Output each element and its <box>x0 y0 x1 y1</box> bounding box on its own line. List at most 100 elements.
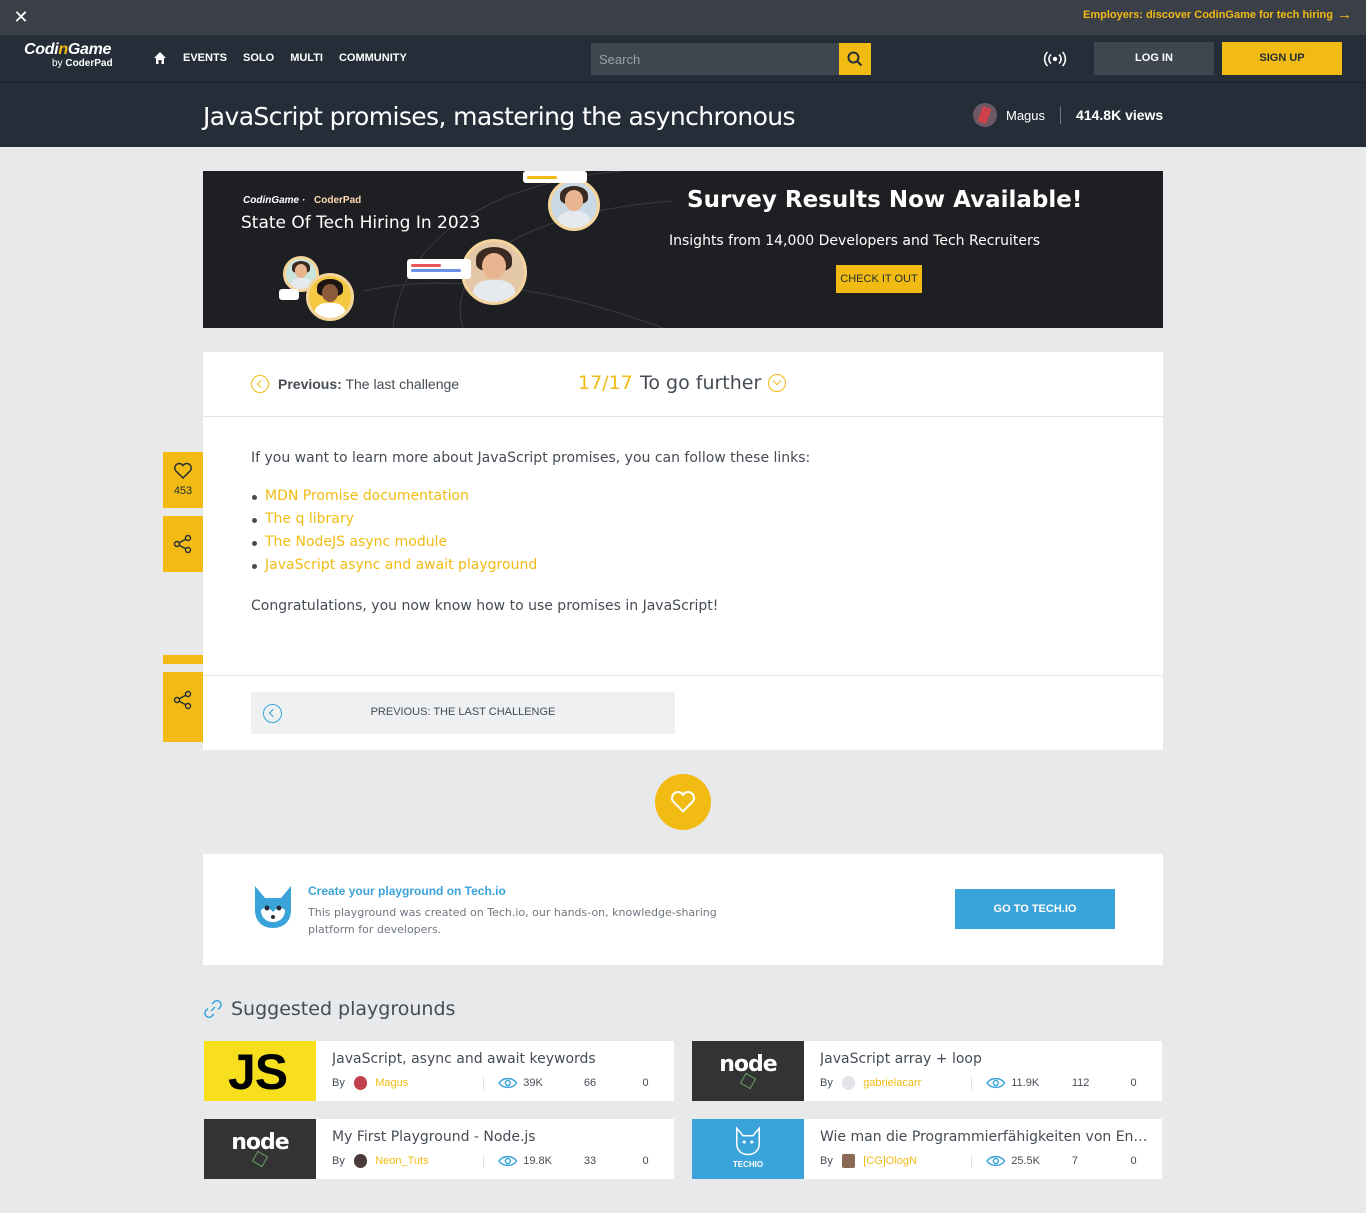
step-title-dropdown[interactable]: To go further <box>640 372 787 394</box>
eye-icon <box>497 1155 518 1167</box>
nav-links: EVENTS SOLO MULTI COMMUNITY <box>183 52 407 64</box>
node-thumbnail: node <box>204 1119 316 1179</box>
nav-solo[interactable]: SOLO <box>243 52 274 64</box>
nav-community[interactable]: COMMUNITY <box>339 52 407 64</box>
like-side-button[interactable]: 453 <box>163 452 203 508</box>
link-nodejs-async[interactable]: The NodeJS async module <box>265 534 447 550</box>
user-name[interactable]: Magus <box>375 1077 483 1089</box>
link-icon <box>204 999 222 1019</box>
logo-text-c: Game <box>67 41 112 58</box>
view-count: 414.8K views <box>1076 107 1164 123</box>
suggested-playground-card[interactable]: node My First Playground - Node.js By Ne… <box>204 1119 674 1179</box>
thumb-text: TECHIO <box>732 1160 764 1169</box>
user-name[interactable]: [CG]OlogN <box>863 1155 971 1167</box>
ad-insight: Insights from 14,000 Developers and Tech… <box>669 233 1041 249</box>
share-side-button-2[interactable] <box>163 672 203 742</box>
go-to-techio-button[interactable]: GO TO TECH.IO <box>955 889 1115 929</box>
author-name[interactable]: Magus <box>1006 108 1045 123</box>
arrow-right-icon: → <box>1337 6 1352 23</box>
lesson-card: Previous: The last challenge 17/17 To go… <box>203 352 1163 750</box>
user-name[interactable]: Neon_Tuts <box>375 1155 483 1167</box>
employers-link[interactable]: Employers: discover CodinGame for tech h… <box>1083 6 1352 23</box>
like-count: 66 <box>583 1077 597 1089</box>
link-q-library[interactable]: The q library <box>265 511 354 527</box>
search-input[interactable] <box>591 43 839 75</box>
home-icon[interactable] <box>153 51 167 65</box>
eye-icon <box>985 1155 1006 1167</box>
live-broadcast-icon[interactable] <box>1042 50 1068 68</box>
techio-title[interactable]: Create your playground on Tech.io <box>308 884 506 898</box>
logo-coderpad: CoderPad <box>65 58 113 69</box>
thumb-text: JS <box>228 1044 288 1100</box>
previous-lesson-link[interactable]: Previous: The last challenge <box>251 375 459 393</box>
comment-count: 0 <box>642 1155 649 1167</box>
playground-name: My First Playground - Node.js <box>332 1129 536 1145</box>
resource-links: MDN Promise documentation The q library … <box>251 488 1111 580</box>
suggested-playground-card[interactable]: TECHIO Wie man die Programmierfähigkeite… <box>692 1119 1162 1179</box>
survey-ad-banner[interactable]: CodinGame · CoderPad State Of Tech Hirin… <box>203 171 1163 328</box>
author-info: Magus 414.8K views <box>973 103 1163 127</box>
suggested-playground-card[interactable]: JS JavaScript, async and await keywords … <box>204 1041 674 1101</box>
user-avatar <box>841 1076 856 1090</box>
techio-thumbnail: TECHIO <box>692 1119 804 1179</box>
like-count: 112 <box>1071 1077 1090 1089</box>
ad-brand-separator: · <box>301 195 306 206</box>
ad-chip-2 <box>407 259 471 279</box>
previous-title: The last challenge <box>345 376 460 392</box>
search-button[interactable] <box>839 43 871 75</box>
link-mdn-promise[interactable]: MDN Promise documentation <box>265 488 469 504</box>
like-count: 7 <box>1071 1155 1078 1167</box>
lesson-header: Previous: The last challenge 17/17 To go… <box>203 352 1163 417</box>
ad-brand-coderpad: CoderPad <box>314 195 362 206</box>
techio-card: Create your playground on Tech.io This p… <box>203 854 1163 965</box>
playground-title-bar: JavaScript promises, mastering the async… <box>0 83 1366 147</box>
ad-chip-3 <box>279 289 299 300</box>
ad-brand-codingame: CodinGame <box>243 195 300 206</box>
share-side-button[interactable] <box>163 516 203 572</box>
lesson-content: If you want to learn more about JavaScri… <box>251 450 1111 614</box>
eye-icon <box>985 1077 1006 1089</box>
check-it-out-button[interactable]: CHECK IT OUT <box>836 265 922 293</box>
page-title: JavaScript promises, mastering the async… <box>203 102 796 131</box>
view-count: 19.8K <box>523 1155 552 1167</box>
main-nav: CodinGame by CoderPad EVENTS SOLO MULTI … <box>0 35 1366 83</box>
techio-fox-icon <box>255 886 291 928</box>
comment-count: 0 <box>642 1077 649 1089</box>
playground-meta: By Neon_Tuts 19.8K 33 0 <box>332 1154 662 1168</box>
heart-icon <box>174 462 192 480</box>
share-icon <box>173 534 192 554</box>
close-icon[interactable]: ✕ <box>12 8 30 26</box>
step-counter: 17/17 <box>578 372 633 394</box>
link-async-await-playground[interactable]: JavaScript async and await playground <box>265 557 537 573</box>
side-divider <box>163 655 203 664</box>
suggested-heading: Suggested playgrounds <box>203 998 455 1020</box>
playground-meta: By Magus 39K 66 0 <box>332 1076 662 1090</box>
suggested-title: Suggested playgrounds <box>231 998 456 1020</box>
list-item: The NodeJS async module <box>251 534 1111 557</box>
login-button[interactable]: LOG IN <box>1094 42 1214 75</box>
ad-headline: Survey Results Now Available! <box>687 187 1083 213</box>
signup-button[interactable]: SIGN UP <box>1222 42 1342 75</box>
by-label: By <box>332 1077 345 1089</box>
js-thumbnail: JS <box>204 1041 316 1101</box>
divider <box>970 1076 972 1090</box>
chevron-down-icon <box>768 374 787 392</box>
playground-name: Wie man die Programmierfähigkeiten von E… <box>820 1129 1152 1145</box>
list-item: The q library <box>251 511 1111 534</box>
user-name[interactable]: gabrielacarr <box>863 1077 971 1089</box>
view-count: 11.9K <box>1011 1077 1040 1089</box>
nav-events[interactable]: EVENTS <box>183 52 227 64</box>
nav-multi[interactable]: MULTI <box>290 52 323 64</box>
divider <box>1060 106 1062 124</box>
comment-count: 0 <box>1130 1077 1137 1089</box>
like-button[interactable] <box>655 774 711 830</box>
previous-lesson-button[interactable]: PREVIOUS: THE LAST CHALLENGE <box>251 692 675 734</box>
like-count: 453 <box>173 485 193 497</box>
by-label: By <box>820 1155 833 1167</box>
by-label: By <box>332 1155 345 1167</box>
list-item: MDN Promise documentation <box>251 488 1111 511</box>
share-icon <box>173 690 192 710</box>
codingame-logo[interactable]: CodinGame by CoderPad <box>24 41 134 77</box>
suggested-playground-card[interactable]: node JavaScript array + loop By gabriela… <box>692 1041 1162 1101</box>
author-avatar[interactable] <box>973 103 997 127</box>
